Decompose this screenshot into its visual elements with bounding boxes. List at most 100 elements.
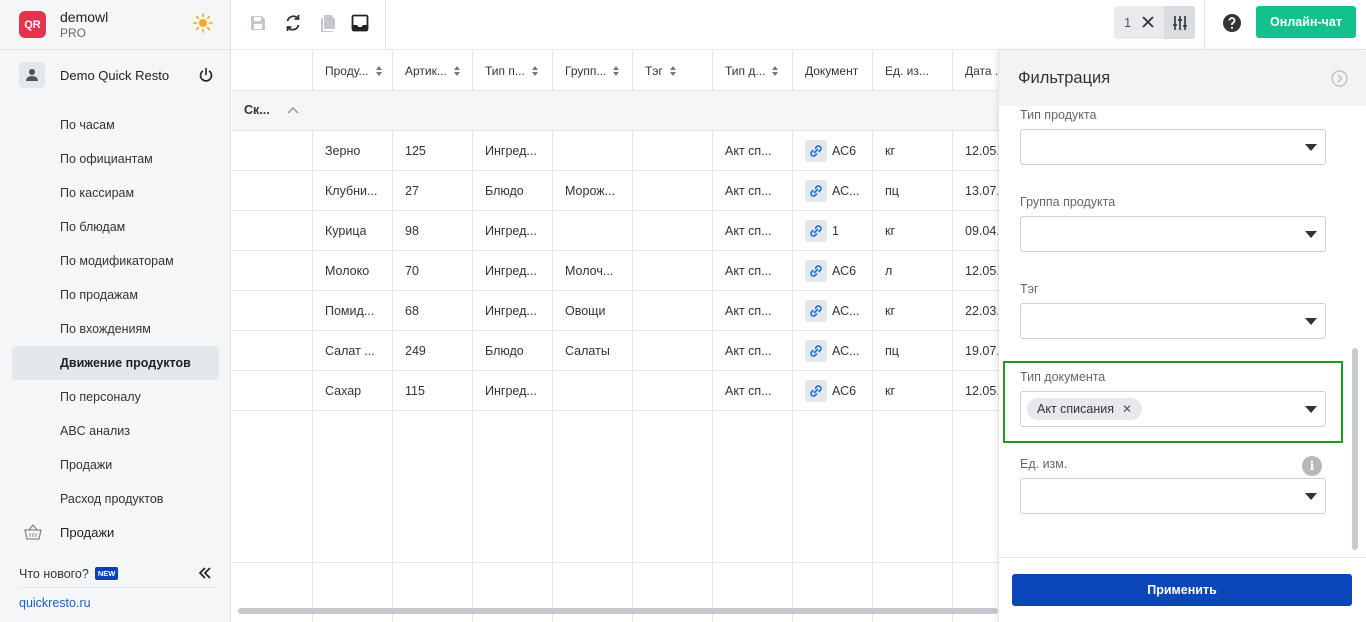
filter-label: Тэг	[1020, 282, 1039, 296]
cell-document[interactable]: АС...	[792, 291, 872, 331]
tag-select[interactable]	[1020, 303, 1326, 339]
dropdown-caret-icon	[1305, 231, 1317, 238]
nav-item-waiters[interactable]: По официантам	[12, 142, 219, 176]
collapse-sidebar-icon[interactable]	[198, 566, 212, 580]
cell-article: 125	[392, 131, 472, 171]
selected-tag[interactable]: Акт списания ✕	[1027, 398, 1143, 420]
table-row[interactable]: Клубни... 27 Блюдо Морож... Акт сп... АС... пц…	[232, 171, 998, 211]
cell-type-text: Блюдо	[485, 344, 524, 358]
table-row[interactable]: Помид... 68 Ингред... Овощи Акт сп... АС... кг…	[232, 291, 998, 331]
nav-item-cashiers[interactable]: По кассирам	[12, 176, 219, 210]
nav-item-sales[interactable]: По продажам	[12, 278, 219, 312]
column-header-date[interactable]: Дата ...	[952, 51, 998, 91]
cell-date-text: 12.05.	[965, 384, 998, 398]
link-icon[interactable]	[805, 380, 827, 402]
sun-icon[interactable]	[193, 13, 213, 33]
filter-label: Группа продукта	[1020, 195, 1116, 209]
cell-doc-type: Акт сп...	[712, 371, 792, 411]
nav-item-entries[interactable]: По вхождениям	[12, 312, 219, 346]
cell-product-text: Зерно	[325, 144, 361, 158]
cell-type-text: Ингред...	[485, 264, 537, 278]
column-label: Ед. из...	[885, 64, 929, 78]
horizontal-scrollbar[interactable]	[238, 608, 998, 614]
cell-group: Молоч...	[552, 251, 632, 291]
link-icon[interactable]	[805, 140, 827, 162]
cell-document[interactable]: АС6	[792, 131, 872, 171]
nav-item-staff[interactable]: По персоналу	[12, 380, 219, 414]
inbox-icon[interactable]	[350, 13, 370, 33]
doc-type-select[interactable]: Акт списания ✕	[1020, 391, 1326, 427]
online-chat-button[interactable]: Онлайн-чат	[1256, 6, 1356, 38]
nav-item-hours[interactable]: По часам	[12, 108, 219, 142]
copy-icon[interactable]	[318, 13, 338, 33]
cell-unit: кг	[872, 211, 952, 251]
link-icon[interactable]	[805, 220, 827, 242]
site-link[interactable]: quickresto.ru	[19, 596, 91, 610]
user-name: Demo Quick Resto	[60, 68, 170, 83]
product-group-select[interactable]	[1020, 216, 1326, 252]
active-filter-chip[interactable]: 1	[1114, 6, 1195, 39]
filter-doc-type: Тип документа Акт списания ✕	[1020, 370, 1326, 427]
nav-item-product-movement[interactable]: Движение продуктов	[12, 346, 219, 380]
cell-doc-type-text: Акт сп...	[725, 304, 772, 318]
clear-filter-icon[interactable]	[1140, 14, 1156, 30]
chevron-right-icon[interactable]	[1331, 70, 1348, 87]
help-icon[interactable]	[1222, 13, 1242, 33]
chevron-up-icon[interactable]	[287, 105, 299, 117]
cell-unit-text: л	[885, 264, 893, 278]
dropdown-caret-icon	[1305, 144, 1317, 151]
cell-document-text: АС6	[832, 264, 857, 278]
column-header-doc-type[interactable]: Тип д...	[712, 51, 792, 91]
cell-doc-type-text: Акт сп...	[725, 184, 772, 198]
column-header-tag[interactable]: Тэг	[632, 51, 712, 91]
link-icon[interactable]	[805, 340, 827, 362]
dropdown-caret-icon	[1305, 406, 1317, 413]
cell-group: Морож...	[552, 171, 632, 211]
column-header-article[interactable]: Артик...	[392, 51, 472, 91]
nav-item-sales-report[interactable]: Продажи	[12, 448, 219, 482]
save-icon[interactable]	[248, 13, 268, 33]
whats-new[interactable]: Что нового? NEW	[19, 560, 216, 588]
info-icon[interactable]: i	[1302, 456, 1322, 476]
brand-text: demowl PRO	[60, 9, 108, 41]
nav-item-abc[interactable]: ABC анализ	[12, 414, 219, 448]
unit-select[interactable]	[1020, 478, 1326, 514]
table-row[interactable]: Салат ... 249 Блюдо Салаты Акт сп... АС... пц 1…	[232, 331, 998, 371]
product-type-select[interactable]	[1020, 129, 1326, 165]
column-header-group[interactable]: Групп...	[552, 51, 632, 91]
cell-date-text: 09.04.	[965, 224, 998, 238]
app-logo: QR	[19, 11, 46, 38]
column-header-document[interactable]: Документ	[792, 51, 872, 91]
cell-tag	[632, 171, 712, 211]
link-icon[interactable]	[805, 300, 827, 322]
link-icon[interactable]	[805, 260, 827, 282]
refresh-icon[interactable]	[283, 13, 303, 33]
cell-document[interactable]: АС...	[792, 171, 872, 211]
cell-document[interactable]: АС...	[792, 331, 872, 371]
nav-item-modifiers[interactable]: По модификаторам	[12, 244, 219, 278]
table-row[interactable]: Курица 98 Ингред... Акт сп... 1 кг 09.04.	[232, 211, 998, 251]
nav-item-dishes[interactable]: По блюдам	[12, 210, 219, 244]
link-icon[interactable]	[805, 180, 827, 202]
group-row[interactable]: Ск...	[232, 91, 998, 131]
cell-group	[552, 131, 632, 171]
apply-button[interactable]: Применить	[1012, 574, 1352, 606]
remove-tag-icon[interactable]: ✕	[1122, 402, 1132, 416]
column-header-product-type[interactable]: Тип п...	[472, 51, 552, 91]
user-row[interactable]: Demo Quick Resto	[0, 60, 231, 90]
table-row[interactable]: Молоко 70 Ингред... Молоч... Акт сп... АС6 л 12…	[232, 251, 998, 291]
table-row[interactable]: Зерно 125 Ингред... Акт сп... АС6 кг 12.05.	[232, 131, 998, 171]
cell-document[interactable]: 1	[792, 211, 872, 251]
sort-icon	[453, 66, 460, 76]
column-header-product[interactable]: Проду...	[312, 51, 392, 91]
table-row[interactable]: Сахар 115 Ингред... Акт сп... АС6 кг 12.05.	[232, 371, 998, 411]
cell-document[interactable]: АС6	[792, 371, 872, 411]
filter-settings-button[interactable]	[1164, 6, 1195, 39]
nav-section-sales[interactable]: Продажи	[0, 515, 231, 549]
column-header-unit[interactable]: Ед. из...	[872, 51, 952, 91]
cell-product: Клубни...	[312, 171, 392, 211]
cell-document[interactable]: АС6	[792, 251, 872, 291]
vertical-scrollbar[interactable]	[1352, 348, 1358, 550]
power-icon[interactable]	[198, 67, 214, 83]
nav-item-product-usage[interactable]: Расход продуктов	[12, 482, 219, 516]
